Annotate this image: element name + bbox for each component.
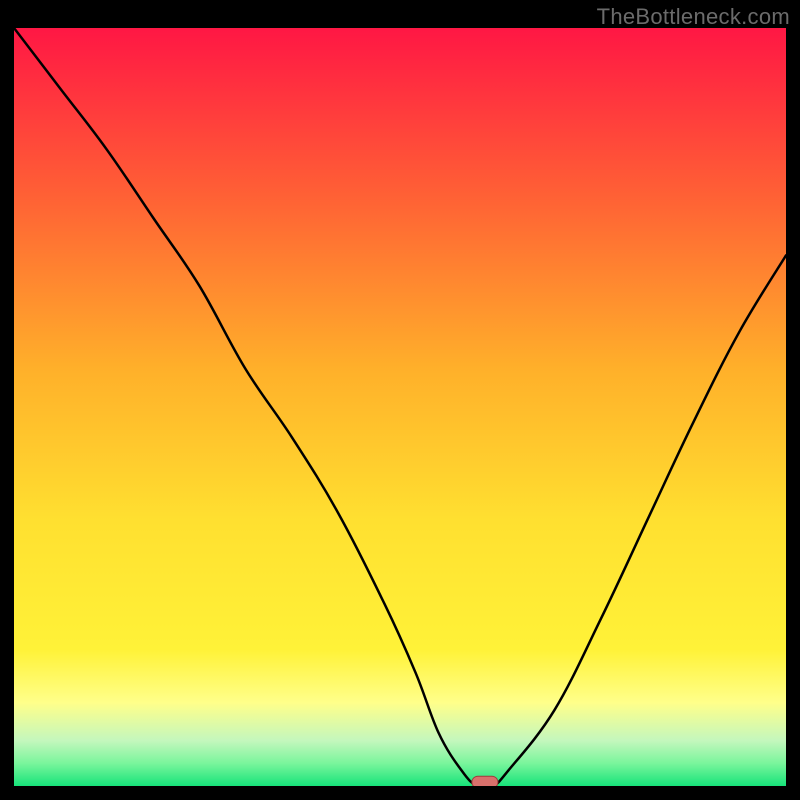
gradient-background xyxy=(14,28,786,786)
plot-area xyxy=(14,28,786,786)
optimum-marker xyxy=(472,776,498,786)
chart-frame: TheBottleneck.com xyxy=(0,0,800,800)
watermark-text: TheBottleneck.com xyxy=(597,4,790,30)
bottleneck-chart xyxy=(14,28,786,786)
